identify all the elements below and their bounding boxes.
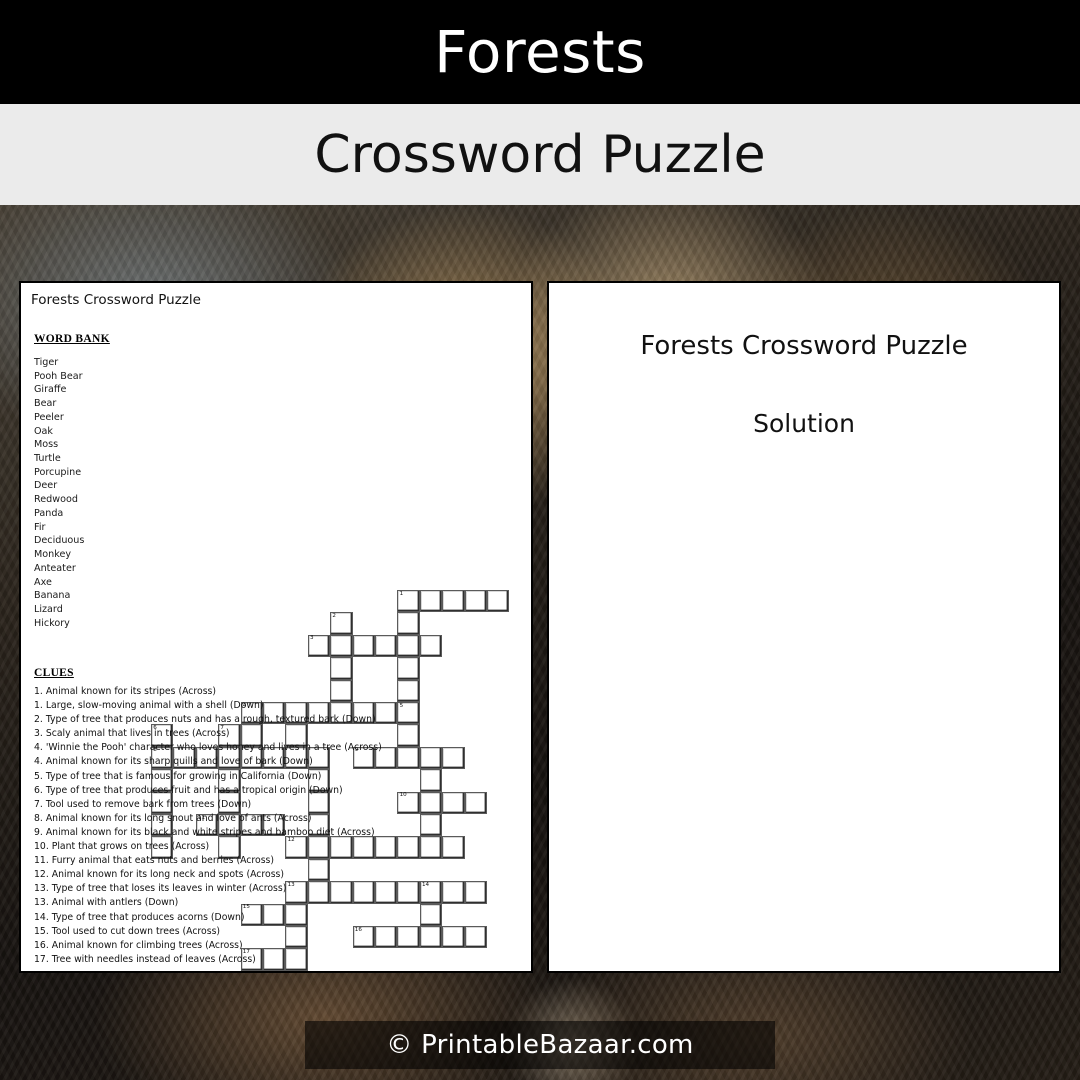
clue-item: 10. Plant that grows on trees (Across) (34, 841, 210, 853)
clue-item: 1. Animal known for its stripes (Across) (34, 686, 217, 697)
word-bank-item: Anteater (34, 562, 76, 574)
clue-item: 9. Animal known for its black and white … (34, 826, 375, 838)
clue-item: 3. Scaly animal that lives in trees (Acr… (34, 728, 230, 740)
clue-item: 1. Large, slow-moving animal with a shel… (34, 700, 264, 712)
word-bank-title: WORD BANK (34, 333, 110, 345)
header-title-band: Forests (0, 0, 1080, 104)
puzzle-cell[interactable] (375, 634, 398, 658)
clue-item: 4. Animal known for its sharp quills and… (34, 756, 313, 768)
clue-item: 16. Animal known for climbing trees (Acr… (34, 939, 243, 951)
clue-item: 8. Animal known for its long snout and l… (34, 812, 312, 824)
word-bank-item: Monkey (34, 549, 72, 561)
clue-item: 13. Animal with antlers (Down) (34, 897, 179, 909)
word-bank-item: Oak (34, 425, 53, 437)
word-bank-item: Giraffe (34, 384, 67, 396)
word-bank-item: Fir (34, 521, 46, 533)
clue-item: 11. Furry animal that eats nuts and berr… (34, 855, 275, 867)
puzzle-cell[interactable] (419, 590, 443, 613)
clue-item: 7. Tool used to remove bark from trees (… (34, 798, 252, 810)
page-title: Forests (434, 18, 646, 86)
puzzle-cell[interactable] (330, 657, 353, 680)
solution-title: Forests Crossword Puzzle (640, 331, 968, 361)
footer-watermark: © PrintableBazaar.com (305, 1021, 775, 1069)
puzzle-cell[interactable] (419, 634, 443, 658)
clue-item: 4. 'Winnie the Pooh' character who loves… (34, 742, 382, 754)
clue-item: 14. Type of tree that produces acorns (D… (34, 911, 245, 923)
clues-title: CLUES (34, 667, 74, 679)
puzzle-cell[interactable]: 1 (397, 590, 420, 613)
clue-item: 5. Type of tree that is famous for growi… (34, 770, 322, 782)
word-bank-item: Peeler (34, 411, 64, 423)
cell-number: 3 (309, 635, 314, 642)
header-subtitle-band: Crossword Puzzle (0, 104, 1080, 205)
solution-card: Forests Crossword Puzzle Solution 1TIGER… (547, 281, 1061, 973)
cell-number: 2 (332, 612, 336, 619)
cell-number: 1 (399, 590, 404, 597)
puzzle-cell[interactable] (330, 634, 353, 658)
word-bank-item: Redwood (34, 494, 78, 506)
puzzle-cell[interactable] (397, 634, 420, 658)
page-subtitle: Crossword Puzzle (314, 124, 766, 185)
puzzle-cell[interactable]: 2 (330, 612, 353, 635)
word-bank-list: Tiger Pooh Bear Giraffe Bear Peeler Oak Moss Tu… (34, 356, 84, 630)
puzzle-card-heading: Forests Crossword Puzzle (31, 292, 201, 308)
word-bank-item: Deciduous (34, 535, 85, 547)
puzzle-cell[interactable] (397, 612, 420, 635)
word-bank-item: Banana (34, 590, 71, 602)
word-bank-item: Axe (34, 576, 52, 588)
puzzle-cell[interactable] (464, 590, 487, 613)
word-bank-item: Deer (34, 480, 58, 492)
puzzle-cell[interactable] (442, 590, 465, 613)
puzzle-cell[interactable] (352, 634, 375, 658)
word-bank-item: Moss (34, 439, 59, 451)
clues-list: 1. Animal known for its stripes (Across)… (34, 685, 504, 967)
footer-text: © PrintableBazaar.com (386, 1030, 694, 1060)
puzzle-cell[interactable]: 3 (307, 634, 331, 658)
puzzle-card: Forests Crossword Puzzle WORD BANK Tiger… (19, 281, 533, 973)
word-bank-item: Pooh Bear (34, 370, 83, 382)
word-bank-item: Panda (34, 507, 64, 519)
word-bank-item: Lizard (34, 603, 63, 615)
word-bank-item: Turtle (34, 453, 61, 465)
clue-item: 15. Tool used to cut down trees (Across) (34, 925, 221, 937)
puzzle-cell[interactable] (487, 590, 510, 613)
word-bank-item: Bear (34, 398, 57, 410)
clue-item: 6. Type of tree that produces fruit and … (34, 784, 343, 796)
puzzle-cell[interactable] (397, 657, 420, 680)
clue-item: 2. Type of tree that produces nuts and h… (34, 714, 376, 726)
word-bank-item: Tiger (34, 357, 59, 368)
clue-item: 12. Animal known for its long neck and s… (34, 869, 285, 881)
word-bank-item: Porcupine (34, 466, 82, 478)
solution-subtitle: Solution (753, 409, 855, 438)
clue-item: 17. Tree with needles instead of leaves … (34, 953, 256, 965)
clue-item: 13. Type of tree that loses its leaves i… (34, 883, 287, 895)
word-bank-item: Hickory (34, 617, 70, 629)
